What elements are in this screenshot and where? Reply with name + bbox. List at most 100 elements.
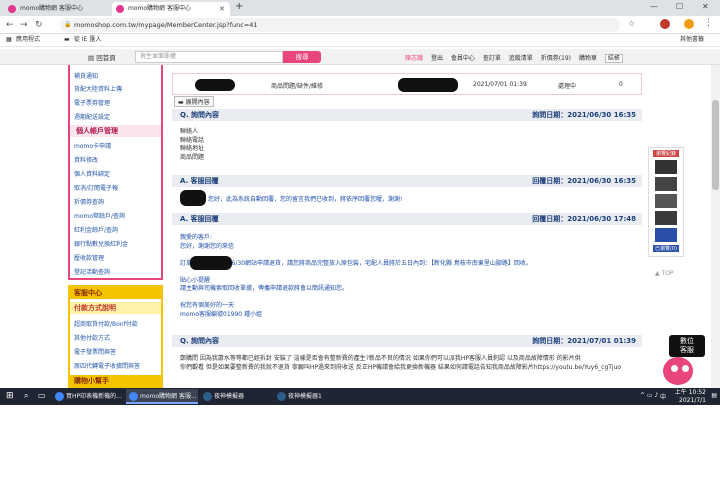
close-window-icon[interactable]: ✕ <box>702 2 709 11</box>
extension-icon[interactable] <box>660 19 670 29</box>
sidebar-item[interactable]: 資料修改 <box>74 155 98 164</box>
back-to-top-button[interactable]: ▲ TOP <box>655 270 674 277</box>
product-thumbnail[interactable] <box>655 160 677 174</box>
question-date: 詢問日期：2021/07/01 01:39 <box>532 337 636 345</box>
sidebar-item[interactable]: 個人資料綁定 <box>74 169 110 178</box>
task-view-icon[interactable]: ▭ <box>38 391 46 400</box>
system-clock[interactable]: 上午 10:52 2021/7/1 <box>675 389 706 404</box>
tracking-link[interactable]: 追蹤清單 <box>509 55 533 62</box>
mascot-line: 數位 <box>680 337 694 345</box>
bookmark-apps[interactable]: 應用程式 <box>16 34 40 46</box>
expand-label: 展開內容 <box>185 99 210 106</box>
tray-icons[interactable]: ^ ▭ ♪ <box>640 392 658 399</box>
question-body: 鄭購問 因為我蕭水等等都已經拆封 安裝了 這樣是否會有整新費的產生?新品不良的情… <box>180 355 621 372</box>
answer-header: A. 客服回覆 回覆日期：2021/06/30 16:35 <box>172 175 642 187</box>
product-thumbnail[interactable] <box>655 211 677 225</box>
digital-service-mascot[interactable]: 數位 客服 <box>655 335 715 387</box>
blank-area <box>0 405 720 495</box>
search-button[interactable]: 搜尋 <box>283 51 321 63</box>
mascot-eye-icon <box>671 365 678 372</box>
product-thumbnail[interactable] <box>655 228 677 242</box>
search-icon[interactable]: ⌕ <box>24 391 28 401</box>
other-bookmarks[interactable]: 其他書籤 <box>680 34 704 46</box>
windows-start-icon[interactable]: ⊞ <box>6 391 14 401</box>
bookmark-ie-import[interactable]: 從 IE 匯入 <box>74 34 101 46</box>
body-line: 鄭購問 因為我蕭水等等都已經拆封 安裝了 這樣是否會有整新費的產生?新品不良的情… <box>180 355 581 362</box>
clock-time: 上午 10:52 <box>674 389 706 396</box>
sidebar-item[interactable]: 原四代轉電子收據問與答 <box>74 361 140 370</box>
search-input[interactable]: 貿生並面罪權 <box>135 51 283 63</box>
product-thumbnail[interactable] <box>655 177 677 191</box>
nox-icon <box>277 392 286 401</box>
url-field[interactable]: 🔒 momoshop.com.tw/mypage/MemberCenter.js… <box>60 18 620 32</box>
body-line: 貼心小提醒 <box>180 276 211 284</box>
cell-status: 處理中 <box>558 83 577 90</box>
sidebar-item[interactable]: momo卡申請 <box>74 141 111 150</box>
body-line: 你們觀看 但是如果要整新費的我就不退貨 寧願叫HP過來到府收送 反正HP機請會給… <box>180 363 622 371</box>
sidebar-item[interactable]: 電子票券管理 <box>74 98 110 107</box>
section-account-heading: 個人帳戶管理 <box>70 125 161 137</box>
browser-tab-bar: momo購物網 客服中心 ✕ momo購物網 客服中心 ✕ + — ☐ ✕ <box>0 0 720 16</box>
logout-link[interactable]: 登出 <box>431 55 443 62</box>
star-icon[interactable]: ☆ <box>628 19 635 28</box>
sidebar-item[interactable]: 補貨通知 <box>74 71 98 80</box>
member-sidebar: 補貨通知 貨配大陸資料上傳 電子票券管理 週期配送設定 個人帳戶管理 momo卡… <box>68 65 163 280</box>
menu-icon[interactable]: ⋮ <box>704 18 713 28</box>
sidebar-item[interactable]: 銀行點數兌換紅利金 <box>74 239 128 248</box>
body-line: 祝您有個美好的一天 <box>180 302 235 309</box>
sidebar-item[interactable]: 超商取貨付款/Bonf付款 <box>74 319 138 328</box>
ime-indicator[interactable]: 中 <box>660 392 666 401</box>
answer-header: A. 客服回覆 回覆日期：2021/06/30 17:48 <box>172 213 642 225</box>
sidebar-item[interactable]: 取消/訂閱電子報 <box>74 183 118 192</box>
viewed-count[interactable]: 已瀏覽(0) <box>653 245 679 252</box>
browser-tab[interactable]: momo購物網 客服中心 ✕ <box>4 2 122 16</box>
sidebar-item[interactable]: 紅利金餘戶/查詢 <box>74 225 118 234</box>
cart-link[interactable]: 購物車 <box>579 55 597 62</box>
product-thumbnail[interactable] <box>655 194 677 208</box>
sidebar-item[interactable]: 折價券查詢 <box>74 197 104 206</box>
minimize-icon[interactable]: — <box>650 2 658 11</box>
sidebar-item[interactable]: 週期配送設定 <box>74 112 110 121</box>
scrollbar-thumb[interactable] <box>712 100 719 190</box>
taskbar-item-active[interactable]: momo購物網 客服... <box>126 389 198 404</box>
cell-count: 0 <box>619 81 623 88</box>
sidebar-item[interactable]: 其他付款方式 <box>74 333 110 342</box>
back-icon[interactable]: ← <box>6 19 14 31</box>
sidebar-item[interactable]: momo幣餘戶/查詢 <box>74 211 125 220</box>
sidebar-item[interactable]: 貨配大陸資料上傳 <box>74 84 122 93</box>
maximize-icon[interactable]: ☐ <box>676 2 683 11</box>
forward-icon[interactable]: → <box>20 19 28 31</box>
close-icon[interactable]: ✕ <box>219 2 225 16</box>
home-link[interactable]: ▤ 回首頁 <box>88 52 116 62</box>
sidebar-item[interactable]: 電子發票問與答 <box>74 347 116 356</box>
mascot-body-icon <box>663 357 693 385</box>
checkout-button[interactable]: 結帳 <box>604 54 623 63</box>
sidebar-item[interactable]: 壓收款管理 <box>74 253 104 262</box>
answer-date: 回覆日期：2021/06/30 17:48 <box>532 215 636 223</box>
main-content: 商品問題/缺件/維修 2021/07/01 01:39 處理中 0 ▬ 展開內容… <box>172 65 642 388</box>
question-header: Q. 詢問內容 詢問日期：2021/07/01 01:39 <box>172 335 642 347</box>
coupons-link[interactable]: 折價券(19) <box>541 55 571 62</box>
home-icon: ▤ <box>88 54 95 62</box>
apps-icon[interactable]: ▦ <box>6 34 12 46</box>
body-line: 請主動與司機索取回收單據，俾攜申請退款將會以簡訊通知您。 <box>180 285 349 292</box>
sidebar-item[interactable]: 登記活動查詢 <box>74 267 110 276</box>
orders-link[interactable]: 查訂單 <box>483 55 501 62</box>
taskbar-item[interactable]: 夜神模擬器 <box>200 389 270 404</box>
body-line: 商品問題 <box>180 153 205 161</box>
momo-favicon-icon <box>116 5 124 13</box>
clock-date: 2021/7/1 <box>679 396 706 404</box>
notification-icon[interactable]: ▤ <box>711 392 717 399</box>
profile-avatar[interactable] <box>684 19 694 29</box>
member-center-link[interactable]: 會員中心 <box>451 55 475 62</box>
expand-button[interactable]: ▬ 展開內容 <box>174 96 214 107</box>
section-payment-heading: 付款方式說明 <box>70 302 161 314</box>
user-name-link[interactable]: 陳志鐵 <box>405 55 423 62</box>
taskbar-item[interactable]: 夜神模擬器1 <box>274 389 344 404</box>
browser-tab-active[interactable]: momo購物網 客服中心 ✕ <box>112 2 230 16</box>
question-title: 詢問內容 <box>191 337 220 345</box>
new-tab-button[interactable]: + <box>235 1 243 12</box>
reload-icon[interactable]: ↻ <box>35 19 43 31</box>
taskbar-item[interactable]: 買HP印表機新機的... <box>52 389 124 404</box>
answer-title: 客服回覆 <box>190 177 219 185</box>
